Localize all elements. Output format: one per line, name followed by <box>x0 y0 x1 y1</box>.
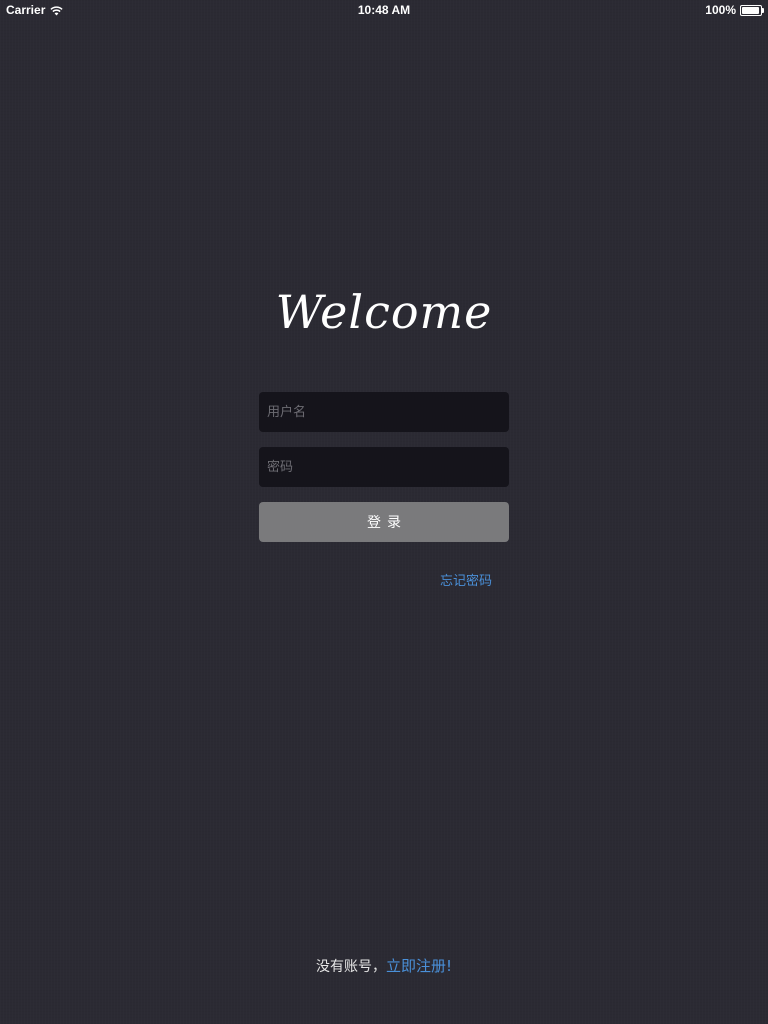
no-account-text: 没有账号， <box>315 959 386 975</box>
battery-icon <box>740 4 764 16</box>
welcome-title: Welcome <box>275 285 493 339</box>
battery-percentage: 100% <box>705 3 736 17</box>
login-button[interactable]: 登录 <box>259 502 509 542</box>
password-input[interactable] <box>259 447 509 487</box>
forgot-password-link[interactable]: 忘记密码 <box>440 570 492 589</box>
battery-fill <box>742 6 759 14</box>
status-bar: Carrier 10:48 AM 100% <box>0 0 768 20</box>
footer: 没有账号，立即注册! <box>0 955 768 976</box>
status-time: 10:48 AM <box>357 3 411 17</box>
register-link[interactable]: 立即注册! <box>386 957 452 975</box>
battery-tip <box>762 7 764 13</box>
username-input[interactable] <box>259 392 509 432</box>
status-right: 100% <box>705 3 764 17</box>
